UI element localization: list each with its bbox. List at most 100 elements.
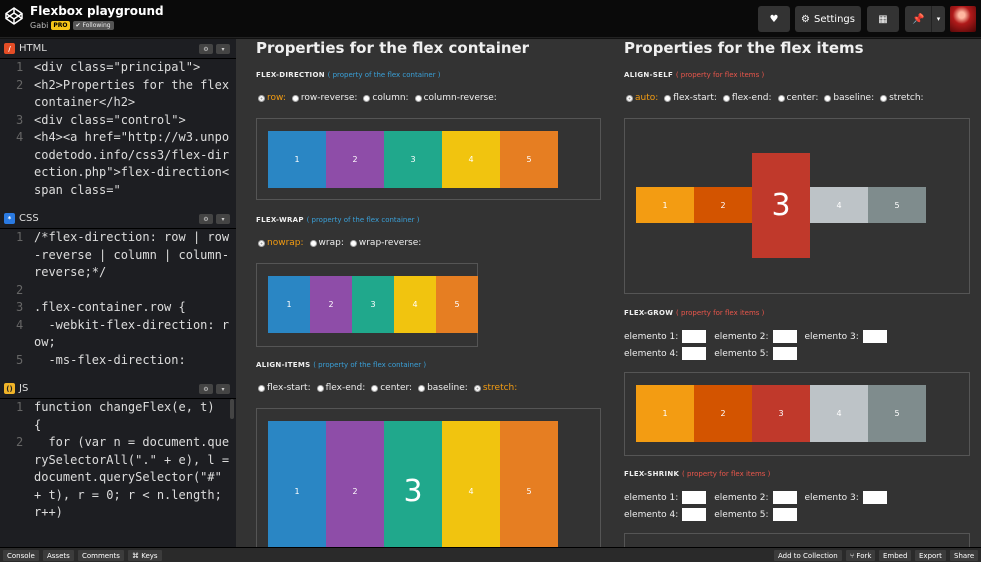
number-input[interactable] xyxy=(862,330,887,343)
radio-option[interactable]: center: xyxy=(371,383,412,393)
radio-option[interactable]: nowrap: xyxy=(258,238,304,248)
gear-icon[interactable]: ⚙ xyxy=(199,384,213,394)
radio-button[interactable] xyxy=(418,384,426,392)
flex-shrink-label[interactable]: FLEX-SHRINK xyxy=(624,470,679,478)
following-badge[interactable]: ✔ Following xyxy=(72,21,114,30)
pen-title[interactable]: Flexbox playground xyxy=(30,4,164,18)
radio-button[interactable] xyxy=(626,94,633,102)
footer-button[interactable]: Assets xyxy=(43,550,74,561)
radio-button[interactable] xyxy=(316,384,324,392)
flex-grow-label[interactable]: FLEX-GROW xyxy=(624,309,673,317)
radio-option[interactable]: wrap: xyxy=(309,238,344,248)
codepen-logo-icon[interactable] xyxy=(4,6,24,26)
layout-button[interactable]: ▦ xyxy=(867,6,899,32)
radio-button[interactable] xyxy=(473,384,481,392)
radio-option[interactable]: flex-end: xyxy=(316,383,365,393)
resize-gutter[interactable] xyxy=(236,39,244,547)
radio-button[interactable] xyxy=(880,94,888,102)
radio-option[interactable]: column-reverse: xyxy=(414,93,497,103)
settings-button[interactable]: ⚙ Settings xyxy=(795,6,861,32)
number-input[interactable] xyxy=(772,347,797,360)
line-number: 1 xyxy=(16,60,24,74)
chevron-down-icon[interactable]: ▾ xyxy=(216,214,230,224)
css-code[interactable]: 1 /*flex-direction: row | row-reverse | c… xyxy=(0,229,236,369)
radio-button[interactable] xyxy=(664,94,672,102)
radio-button[interactable] xyxy=(777,94,785,102)
flex-wrap-label[interactable]: FLEX-WRAP xyxy=(256,216,304,224)
radio-button[interactable] xyxy=(291,94,299,102)
footer-button[interactable]: Share xyxy=(950,550,979,561)
footer-button[interactable]: Export xyxy=(915,550,946,561)
radio-option[interactable]: row: xyxy=(258,93,286,103)
avatar[interactable] xyxy=(950,6,976,32)
radio-option[interactable]: stretch: xyxy=(880,93,924,103)
radio-button[interactable] xyxy=(414,94,422,102)
radio-option[interactable]: baseline: xyxy=(418,383,468,393)
radio-option[interactable]: center: xyxy=(777,93,818,103)
flex-direction-radios: row: row-reverse: column: column-reverse: xyxy=(258,93,497,103)
footer-button[interactable]: Console xyxy=(3,550,39,561)
radio-button[interactable] xyxy=(371,384,379,392)
author-name[interactable]: Gabi xyxy=(30,21,48,30)
flex-grow-inputs: elemento 1: elemento 2: elemento 3: element… xyxy=(624,330,969,360)
align-items-label[interactable]: ALIGN-ITEMS xyxy=(256,361,310,369)
number-input[interactable] xyxy=(682,508,707,521)
field-label: elemento 3: xyxy=(804,331,859,342)
number-input[interactable] xyxy=(682,330,707,343)
radio-option[interactable]: column: xyxy=(363,93,409,103)
radio-button[interactable] xyxy=(722,94,730,102)
radio-option[interactable]: stretch: xyxy=(473,383,518,393)
radio-button[interactable] xyxy=(363,94,371,102)
code-line: 5 -ms-flex-direction: xyxy=(0,352,236,370)
radio-button[interactable] xyxy=(258,384,265,392)
field-label: elemento 5: xyxy=(714,348,769,359)
flex-item: 1 xyxy=(636,385,694,442)
html-code[interactable]: 1 <div class="principal"> 2 <h2>Properties … xyxy=(0,59,236,199)
number-input[interactable] xyxy=(682,491,707,504)
radio-button[interactable] xyxy=(824,94,832,102)
radio-button[interactable] xyxy=(258,94,265,102)
number-input[interactable] xyxy=(772,330,797,343)
footer-button[interactable]: Comments xyxy=(78,550,124,561)
number-input[interactable] xyxy=(772,508,797,521)
radio-option[interactable]: baseline: xyxy=(824,93,874,103)
align-self-label[interactable]: ALIGN-SELF xyxy=(624,71,673,79)
radio-option[interactable]: auto: xyxy=(626,93,658,103)
gear-icon[interactable]: ⚙ xyxy=(199,44,213,54)
pro-badge: PRO xyxy=(51,21,70,30)
footer-button[interactable]: ⌘ Keys xyxy=(128,550,162,561)
number-input[interactable] xyxy=(682,347,707,360)
footer-button[interactable]: ⑂ Fork xyxy=(846,550,876,561)
align-items-demo: 12345 xyxy=(256,408,601,547)
chevron-down-icon[interactable]: ▾ xyxy=(216,384,230,394)
radio-label: stretch: xyxy=(889,93,924,103)
footer-button[interactable]: Embed xyxy=(879,550,912,561)
chevron-down-icon[interactable]: ▾ xyxy=(216,44,230,54)
number-input[interactable] xyxy=(862,491,887,504)
number-input[interactable] xyxy=(772,491,797,504)
grow-field: elemento 2: xyxy=(714,491,797,504)
code-text: <h4><a href="http://w3.unpocodetodo.info… xyxy=(34,130,230,197)
field-label: elemento 2: xyxy=(714,331,769,342)
radio-option[interactable]: flex-start: xyxy=(664,93,717,103)
radio-button[interactable] xyxy=(349,239,357,247)
radio-option[interactable]: flex-end: xyxy=(722,93,772,103)
pin-button[interactable]: 📌 ▾ xyxy=(905,6,945,32)
gear-icon[interactable]: ⚙ xyxy=(199,214,213,224)
code-line: 2 <h2>Properties for the flex container</… xyxy=(0,77,236,112)
radio-option[interactable]: flex-start: xyxy=(258,383,311,393)
flex-direction-label[interactable]: FLEX-DIRECTION xyxy=(256,71,325,79)
footer-button[interactable]: Add to Collection xyxy=(774,550,842,561)
radio-button[interactable] xyxy=(258,239,265,247)
js-code[interactable]: 1 function changeFlex(e, t) {2 for (var n … xyxy=(0,399,236,522)
love-button[interactable]: ♥ xyxy=(758,6,790,32)
radio-option[interactable]: wrap-reverse: xyxy=(349,238,421,248)
scrollbar[interactable] xyxy=(230,399,234,419)
radio-button[interactable] xyxy=(309,239,317,247)
radio-label: stretch: xyxy=(482,383,518,393)
field-label: elemento 4: xyxy=(624,348,679,359)
code-text: /*flex-direction: row | row-reverse | co… xyxy=(34,230,230,279)
grow-field: elemento 5: xyxy=(714,347,797,360)
chevron-down-icon[interactable]: ▾ xyxy=(931,6,945,32)
radio-option[interactable]: row-reverse: xyxy=(291,93,357,103)
